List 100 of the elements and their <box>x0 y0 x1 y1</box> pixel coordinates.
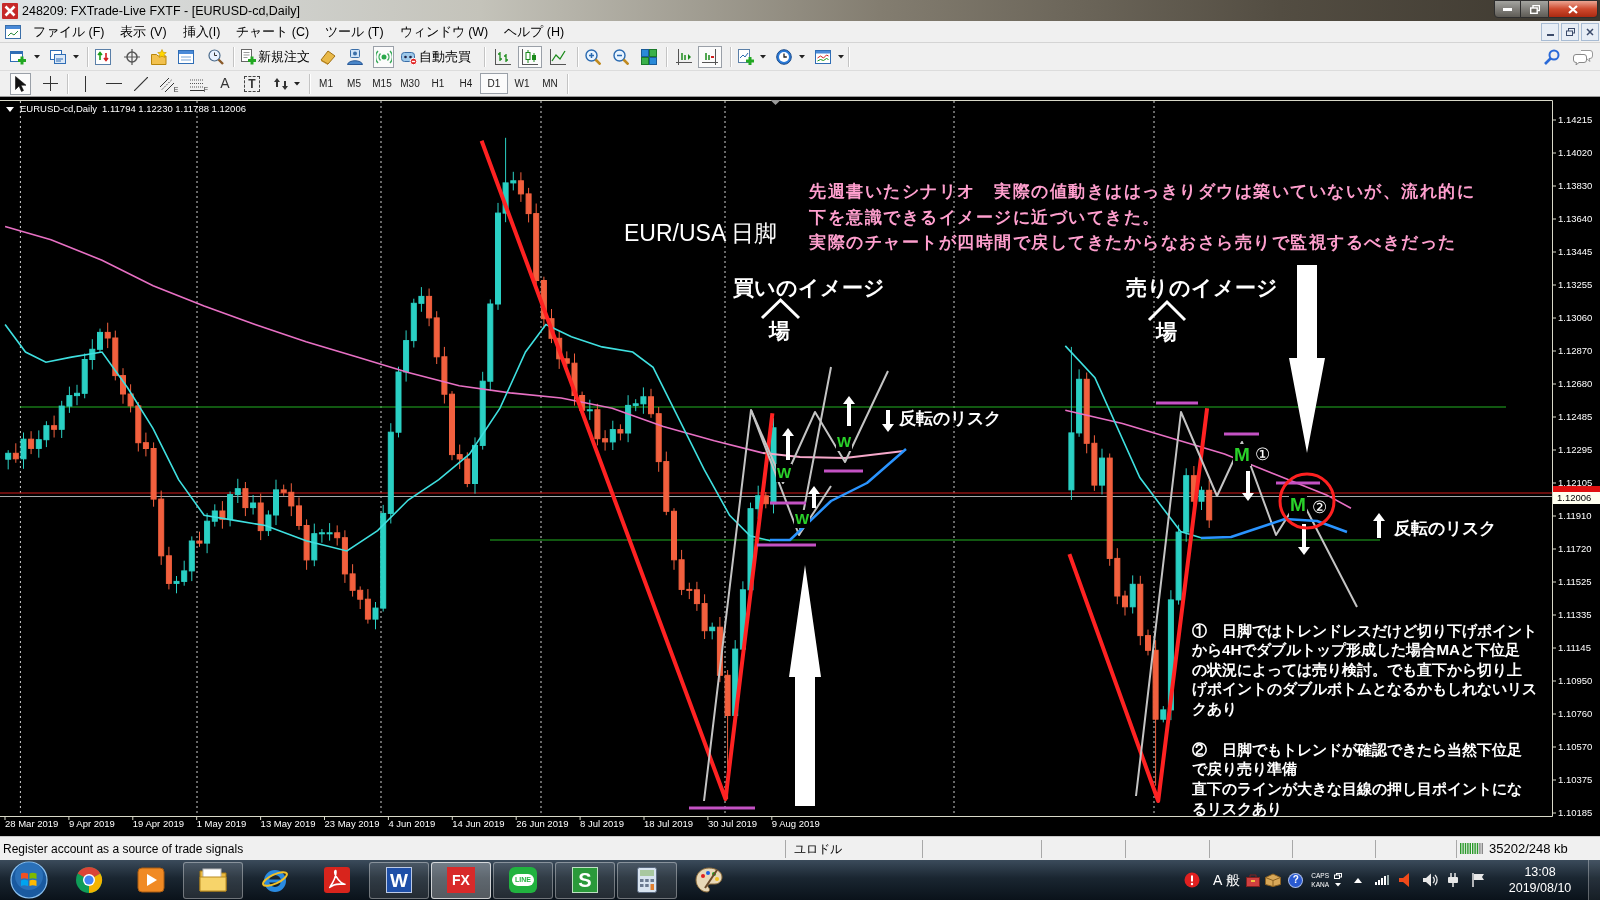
close-icon <box>1586 27 1594 36</box>
axis-arrow-icon[interactable] <box>676 48 692 65</box>
speaker-icon[interactable] <box>1399 873 1412 887</box>
chart-type-button[interactable] <box>518 45 542 68</box>
cursor-mode-button[interactable] <box>10 72 31 95</box>
search-icon[interactable] <box>1544 48 1560 65</box>
window-title: 248209: FXTrade-Live FXTF - [EURUSD-cd,Daily] <box>22 2 301 19</box>
taskbar-button[interactable] <box>183 861 243 899</box>
menu-item[interactable]: ファイル (F) <box>25 22 113 41</box>
price-label: 1.12485 <box>1558 411 1593 423</box>
auto-trading-button[interactable]: 自動売買 <box>401 45 475 68</box>
package-icon[interactable] <box>1265 873 1282 887</box>
person-icon[interactable] <box>347 48 363 65</box>
pattern-letter: W <box>794 510 811 528</box>
timeframe-button[interactable]: MN <box>536 73 564 94</box>
price-tag-marker-icon <box>1553 486 1600 492</box>
caret-icon[interactable] <box>34 54 40 59</box>
restore-button[interactable] <box>1521 0 1548 18</box>
minimize-button[interactable] <box>1541 22 1559 41</box>
level-marker-line <box>824 469 863 473</box>
tile-grid-icon[interactable] <box>641 48 657 65</box>
down-triangle-icon[interactable] <box>6 107 14 112</box>
star-folder-icon[interactable] <box>151 48 167 65</box>
alert-icon[interactable] <box>1184 872 1200 888</box>
close-button[interactable] <box>1581 22 1599 41</box>
timeframe-button[interactable]: W1 <box>508 73 536 94</box>
dotted-levels-icon <box>189 78 204 91</box>
help-button[interactable]: ? <box>1288 872 1304 888</box>
flag-icon[interactable] <box>1472 873 1486 887</box>
caret-icon[interactable] <box>73 54 79 59</box>
panel-window-icon[interactable] <box>178 48 194 65</box>
date-label: 18 Jul 2019 <box>644 818 694 830</box>
menu-item[interactable]: ツール (T) <box>317 22 392 41</box>
caret-icon[interactable] <box>760 54 766 59</box>
level-marker-line <box>770 501 806 505</box>
indicator-plus-icon[interactable] <box>738 48 754 65</box>
zoom-in-icon[interactable] <box>585 48 601 65</box>
caret-icon[interactable] <box>838 54 844 59</box>
timeframe-button[interactable]: M1 <box>312 73 340 94</box>
chart-window-icon[interactable] <box>815 48 831 65</box>
arrow-pointer-icon <box>14 75 27 92</box>
timeframe-button[interactable]: D1 <box>480 73 508 94</box>
text-tool[interactable]: A <box>216 72 234 95</box>
note-paragraph: ② 日脚でもトレンドが確認できたら当然下位足 で戻り売り準備 <box>1192 739 1522 779</box>
new-order-button[interactable]: 新規注文 <box>240 45 312 68</box>
minimize-button[interactable] <box>1494 0 1521 18</box>
date-label: 26 Jun 2019 <box>516 818 569 830</box>
date-label: 1 May 2019 <box>196 818 247 830</box>
chevron-up-icon[interactable] <box>1354 877 1363 883</box>
caret-icon[interactable] <box>1335 883 1342 887</box>
text-label-tool[interactable]: T <box>244 75 260 92</box>
windows-icon[interactable] <box>1334 873 1343 879</box>
ime-input-mode[interactable]: 般 <box>1226 869 1241 891</box>
taskbar-button[interactable] <box>617 861 677 899</box>
plus-window-icon[interactable] <box>10 48 26 65</box>
minimize-icon <box>1503 7 1512 11</box>
signal-bars-icon[interactable] <box>1375 875 1390 885</box>
swirl-tile-icon <box>323 866 351 894</box>
caret-icon[interactable] <box>294 81 300 86</box>
chart-window-icon[interactable] <box>5 24 21 39</box>
menu-item[interactable]: 表示 (V) <box>112 22 175 41</box>
volume-icon[interactable] <box>1423 873 1439 887</box>
menu-item[interactable]: ウィンドウ (W) <box>391 22 497 41</box>
timeframe-button[interactable]: M5 <box>340 73 368 94</box>
triangle-marker-icon[interactable] <box>770 100 781 105</box>
chart-heading: EUR/USA 日脚 <box>624 218 778 247</box>
reversal-risk-label: 反転のリスク <box>1394 517 1496 540</box>
taskbar-button[interactable]: S <box>555 861 615 899</box>
menu-item[interactable]: 挿入(I) <box>174 22 229 41</box>
timeframe-button[interactable]: M30 <box>396 73 424 94</box>
clock-icon[interactable] <box>776 48 792 65</box>
ime-mode[interactable]: A <box>1213 869 1223 891</box>
taskbar-button[interactable]: W <box>369 861 429 899</box>
timeframe-button[interactable]: H4 <box>452 73 480 94</box>
close-button[interactable] <box>1548 0 1598 18</box>
zoom-out-icon[interactable] <box>613 48 629 65</box>
chat-bubbles-icon[interactable] <box>1573 48 1593 65</box>
signal-button[interactable] <box>373 45 394 68</box>
auto-scroll-button[interactable] <box>698 45 722 68</box>
start-orb-icon[interactable] <box>9 861 48 899</box>
show-desktop-button[interactable] <box>1588 860 1600 900</box>
taskbar-button[interactable]: FX <box>431 861 491 899</box>
magnifier-clock-icon[interactable] <box>208 48 224 65</box>
parallel-lines-icon <box>159 77 174 92</box>
book-icon[interactable] <box>320 48 336 65</box>
menu-item[interactable]: チャート (C) <box>228 22 318 41</box>
up-down-arrows-icon[interactable] <box>95 48 111 65</box>
restore-button[interactable] <box>1561 22 1579 41</box>
crosshair-icon[interactable] <box>124 48 140 65</box>
minimize-icon <box>1546 34 1554 36</box>
menu-item[interactable]: ヘルプ (H) <box>496 22 573 41</box>
timeframe-button[interactable]: M15 <box>368 73 396 94</box>
caret-icon[interactable] <box>799 54 805 59</box>
power-plug-icon[interactable] <box>1447 873 1460 887</box>
tricolor-circle-icon <box>75 866 103 894</box>
toolbox-icon[interactable] <box>1246 873 1261 887</box>
timeframe-button[interactable]: H1 <box>424 73 452 94</box>
clock-date: 2019/08/10 <box>1508 880 1572 896</box>
level-marker-line <box>689 806 755 810</box>
level-marker-line <box>757 543 816 547</box>
